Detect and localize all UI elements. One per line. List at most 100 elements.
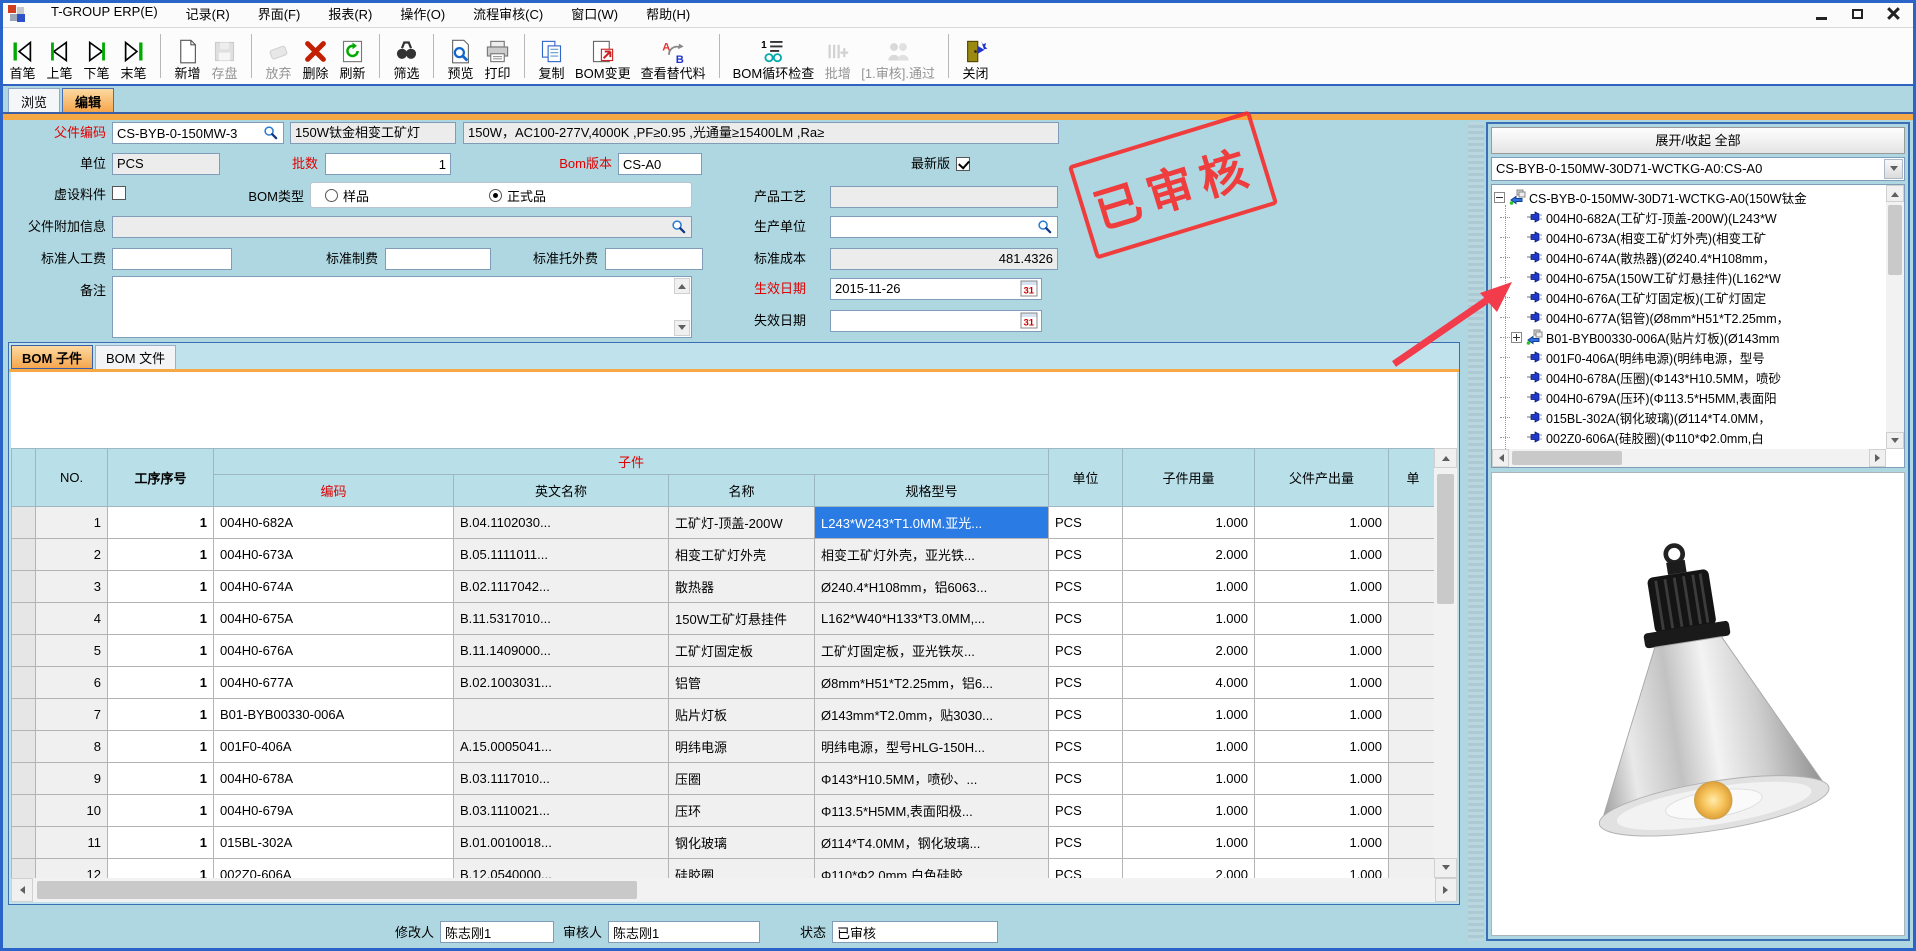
prod-unit-input[interactable] — [830, 216, 1058, 238]
cell-spec[interactable]: Ø8mm*H51*T2.25mm，铝6... — [815, 667, 1049, 699]
tree-item[interactable]: 001F0-406A(明纬电源)(明纬电源，型号 — [1494, 347, 1886, 367]
tab-bom-files[interactable]: BOM 文件 — [95, 345, 176, 369]
header-unit[interactable]: 单位 — [1049, 449, 1123, 507]
table-row[interactable]: 5 1 004H0-676A B.11.1409000... 工矿灯固定板 工矿… — [12, 635, 1438, 667]
toolbar-button[interactable]: 上笔 — [41, 29, 78, 83]
restore-button[interactable] — [1842, 3, 1872, 24]
cell-row-selector[interactable] — [12, 667, 36, 699]
cell-row-selector[interactable] — [12, 635, 36, 667]
menu-item[interactable]: 报表(R) — [314, 0, 386, 27]
tree-item[interactable]: 004H0-675A(150W工矿灯悬挂件)(L162*W — [1494, 267, 1886, 287]
table-row[interactable]: 11 1 015BL-302A B.01.0010018... 钢化玻璃 Ø11… — [12, 827, 1438, 859]
remark-scroll-down[interactable] — [674, 320, 690, 336]
mfg-cost-input[interactable] — [385, 248, 491, 270]
tree-item[interactable]: 004H0-679A(压环)(Φ113.5*H5MM,表面阳 — [1494, 387, 1886, 407]
menu-item[interactable]: T-GROUP ERP(E) — [37, 0, 172, 27]
cell-row-selector[interactable] — [12, 795, 36, 827]
panel-splitter[interactable] — [1468, 122, 1484, 941]
toolbar-button[interactable]: 首笔 — [4, 29, 41, 83]
cell-spec[interactable]: L162*W40*H133*T3.0MM,... — [815, 603, 1049, 635]
cell-row-selector[interactable] — [12, 763, 36, 795]
menu-item[interactable]: 界面(F) — [244, 0, 315, 27]
grid-vscroll-thumb[interactable] — [1437, 474, 1454, 604]
header-name[interactable]: 名称 — [669, 475, 815, 507]
status-input[interactable] — [832, 921, 998, 943]
toolbar-button[interactable]: 存盘 — [206, 29, 243, 83]
effective-date-field[interactable]: 2015-11-26 — [830, 278, 1042, 300]
tree-item[interactable]: 004H0-678A(压圈)(Φ143*H10.5MM，喷砂 — [1494, 367, 1886, 387]
labor-cost-input[interactable] — [112, 248, 232, 270]
toolbar-button[interactable]: 删除 — [297, 29, 334, 83]
menu-item[interactable]: 记录(R) — [172, 0, 244, 27]
cell-spec[interactable]: L243*W243*T1.0MM.亚光... — [815, 507, 1049, 539]
cell-spec[interactable]: Φ143*H10.5MM，喷砂、... — [815, 763, 1049, 795]
tree-scroll-up[interactable] — [1886, 185, 1904, 202]
toolbar-button[interactable] — [940, 34, 949, 78]
tree-item[interactable]: 004H0-674A(散热器)(Ø240.4*H108mm， — [1494, 247, 1886, 267]
table-row[interactable]: 9 1 004H0-678A B.03.1117010... 压圈 Φ143*H… — [12, 763, 1438, 795]
tree-hscrollbar[interactable] — [1492, 449, 1886, 467]
tab-bom-children[interactable]: BOM 子件 — [11, 345, 93, 369]
tree-item[interactable]: 004H0-677A(铝管)(Ø8mm*H51*T2.25mm， — [1494, 307, 1886, 327]
cell-spec[interactable]: Ø143mm*T2.0mm，贴3030... — [815, 699, 1049, 731]
tree-root-node[interactable]: CS-BYB-0-150MW-30D71-WCTKG-A0(150W钛金 — [1494, 187, 1886, 207]
prod-unit-search-icon[interactable] — [1036, 218, 1054, 236]
collapse-icon[interactable] — [1494, 192, 1505, 203]
grid-scroll-up[interactable] — [1434, 448, 1457, 468]
cell-spec[interactable]: 明纬电源，型号HLG-150H... — [815, 731, 1049, 763]
latest-version-checkbox[interactable] — [956, 157, 970, 171]
grid-vscrollbar[interactable] — [1434, 448, 1457, 878]
toolbar-button[interactable] — [243, 34, 252, 78]
table-row[interactable]: 4 1 004H0-675A B.11.5317010... 150W工矿灯悬挂… — [12, 603, 1438, 635]
menu-item[interactable]: 流程审核(C) — [459, 0, 557, 27]
expire-calendar-icon[interactable]: 31 — [1020, 311, 1038, 329]
toolbar-button[interactable]: 关闭 — [957, 29, 994, 83]
table-row[interactable]: 6 1 004H0-677A B.02.1003031... 铝管 Ø8mm*H… — [12, 667, 1438, 699]
cell-row-selector[interactable] — [12, 827, 36, 859]
toolbar-button[interactable]: 预览 — [442, 29, 479, 83]
cell-spec[interactable]: Φ113.5*H5MM,表面阳极... — [815, 795, 1049, 827]
cell-spec[interactable]: 工矿灯固定板，亚光铁灰... — [815, 635, 1049, 667]
remark-textarea[interactable] — [112, 276, 692, 338]
toolbar-button[interactable]: 放弃 — [260, 29, 297, 83]
toolbar-button[interactable] — [711, 34, 720, 78]
table-row[interactable]: 1 1 004H0-682A B.04.1102030... 工矿灯-顶盖-20… — [12, 507, 1438, 539]
header-extra[interactable]: 单 — [1389, 449, 1438, 507]
cell-spec[interactable]: Ø240.4*H108mm，铝6063... — [815, 571, 1049, 603]
toolbar-button[interactable]: 下笔 — [78, 29, 115, 83]
tree-item[interactable]: 004H0-676A(工矿灯固定板)(工矿灯固定 — [1494, 287, 1886, 307]
bom-type-sample-option[interactable]: 样品 — [325, 186, 369, 205]
grid-hscrollbar[interactable] — [11, 878, 1457, 902]
header-seq[interactable]: 工序序号 — [108, 449, 214, 507]
tree-item[interactable]: 015BL-302A(钢化玻璃)(Ø114*T4.0MM， — [1494, 407, 1886, 427]
grid-scroll-right[interactable] — [1435, 878, 1457, 902]
tree-item[interactable]: B01-BYB00330-006A(贴片灯板)(Ø143mm — [1494, 327, 1886, 347]
bom-type-formal-option[interactable]: 正式品 — [489, 186, 546, 205]
toolbar-button[interactable]: 批增 — [819, 29, 856, 83]
grid-hscroll-thumb[interactable] — [37, 881, 637, 899]
expire-date-field[interactable] — [830, 310, 1042, 332]
header-output[interactable]: 父件产出量 — [1255, 449, 1389, 507]
tree-scroll-right[interactable] — [1869, 449, 1886, 467]
header-spec[interactable]: 规格型号 — [815, 475, 1049, 507]
header-code[interactable]: 编码 — [214, 475, 454, 507]
toolbar-button[interactable] — [371, 34, 380, 78]
toolbar-button[interactable]: AB 查看替代料 — [636, 29, 711, 83]
tab-browse[interactable]: 浏览 — [8, 88, 60, 112]
toolbar-button[interactable] — [425, 34, 434, 78]
tree-hscroll-thumb[interactable] — [1512, 451, 1622, 465]
toolbar-button[interactable]: BOM变更 — [570, 29, 636, 83]
toolbar-button[interactable] — [152, 34, 161, 78]
remark-scroll-up[interactable] — [674, 278, 690, 294]
tree-vscrollbar[interactable] — [1886, 185, 1904, 449]
tree-item[interactable]: 004H0-673A(相变工矿灯外壳)(相变工矿 — [1494, 227, 1886, 247]
grid-scroll-left[interactable] — [11, 878, 33, 902]
cell-row-selector[interactable] — [12, 699, 36, 731]
tree-vscroll-thumb[interactable] — [1888, 205, 1902, 275]
cell-spec[interactable]: 相变工矿灯外壳，亚光铁... — [815, 539, 1049, 571]
tree-item[interactable]: 004H0-682A(工矿灯-顶盖-200W)(L243*W — [1494, 207, 1886, 227]
parent-extra-search-icon[interactable] — [670, 218, 688, 236]
cell-row-selector[interactable] — [12, 571, 36, 603]
table-row[interactable]: 3 1 004H0-674A B.02.1117042... 散热器 Ø240.… — [12, 571, 1438, 603]
batch-input[interactable] — [325, 153, 451, 175]
